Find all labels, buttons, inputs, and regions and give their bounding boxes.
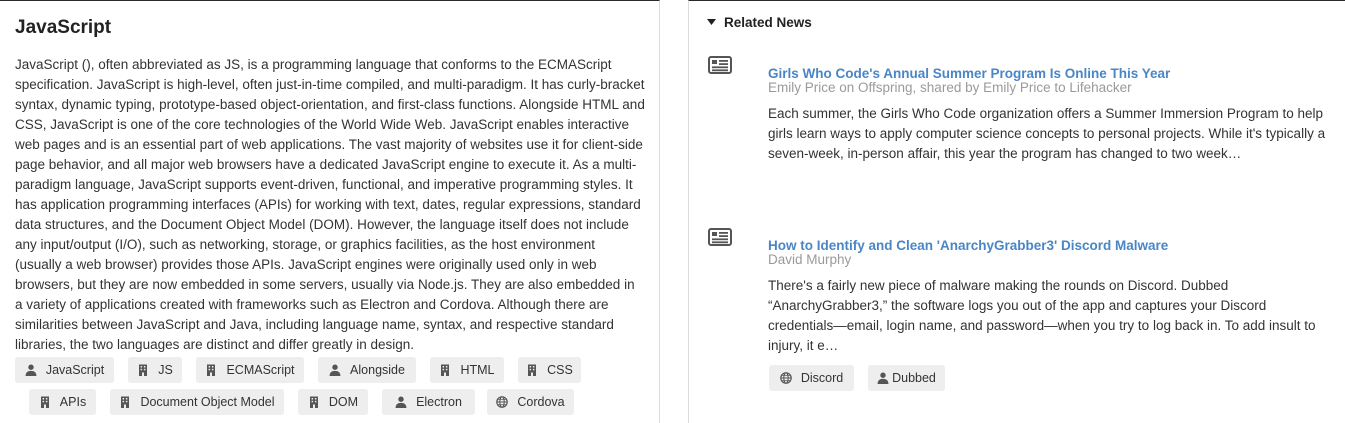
tag-label: Cordova (517, 395, 565, 409)
entity-panel: JavaScript JavaScript (), often abbrevia… (0, 0, 660, 423)
tag-label: ECMAScript (226, 363, 295, 377)
tag-html[interactable]: HTML (430, 357, 504, 383)
building-icon (308, 396, 320, 408)
tag-javascript[interactable]: JavaScript (15, 357, 114, 383)
news-byline: Emily Price on Offspring, shared by Emil… (768, 80, 1132, 95)
tag-dom[interactable]: DOM (298, 389, 368, 415)
page-title: JavaScript (15, 17, 112, 38)
news-title-link[interactable]: How to Identify and Clean 'AnarchyGrabbe… (768, 238, 1168, 253)
tag-label: Dubbed (892, 371, 936, 385)
building-icon (137, 364, 149, 376)
tag-label: APIs (59, 395, 87, 409)
tag-label: Alongside (350, 363, 405, 377)
tag-label: Document Object Model (140, 395, 275, 409)
news-byline: David Murphy (768, 252, 852, 267)
news-title-link[interactable]: Girls Who Code's Annual Summer Program I… (768, 66, 1170, 81)
newspaper-icon (708, 56, 732, 74)
caret-down-icon (707, 19, 716, 25)
building-icon (205, 364, 217, 376)
tag-label: Electron (416, 395, 462, 409)
news-body: Each summer, the Girls Who Code organiza… (768, 106, 1326, 161)
person-icon (25, 364, 37, 376)
news-body: There's a fairly new piece of malware ma… (768, 278, 1316, 353)
building-icon (439, 364, 451, 376)
tag-label: JS (158, 363, 173, 377)
related-news-toggle[interactable]: Related News (707, 15, 812, 30)
building-icon (39, 396, 51, 408)
tag-js[interactable]: JS (128, 357, 182, 383)
tag-label: HTML (460, 363, 495, 377)
tag-apis[interactable]: APIs (29, 389, 96, 415)
tag-label: CSS (547, 363, 573, 377)
tag-dubbed[interactable]: Dubbed (868, 365, 945, 391)
tag-label: DOM (328, 395, 359, 409)
person-icon (877, 372, 889, 384)
tag-electron[interactable]: Electron (382, 389, 475, 415)
building-icon (119, 396, 131, 408)
person-icon (395, 396, 407, 408)
tag-document-object-model[interactable]: Document Object Model (110, 389, 284, 415)
tag-ecmascript[interactable]: ECMAScript (196, 357, 304, 383)
tag-discord[interactable]: Discord (769, 365, 854, 391)
tag-css[interactable]: CSS (518, 357, 581, 383)
entity-summary: JavaScript (), often abbreviated as JS, … (15, 57, 645, 352)
person-icon (329, 364, 341, 376)
tag-label: JavaScript (45, 363, 105, 377)
tag-label: Discord (800, 371, 844, 385)
globe-icon (496, 396, 508, 408)
related-news-panel: Related News Girls Who Code's Annual Sum… (688, 0, 1345, 423)
tag-alongside[interactable]: Alongside (318, 357, 416, 383)
related-news-header: Related News (724, 15, 812, 30)
tag-cordova[interactable]: Cordova (487, 389, 574, 415)
newspaper-icon (708, 228, 732, 246)
building-icon (526, 364, 538, 376)
globe-icon (780, 372, 792, 384)
